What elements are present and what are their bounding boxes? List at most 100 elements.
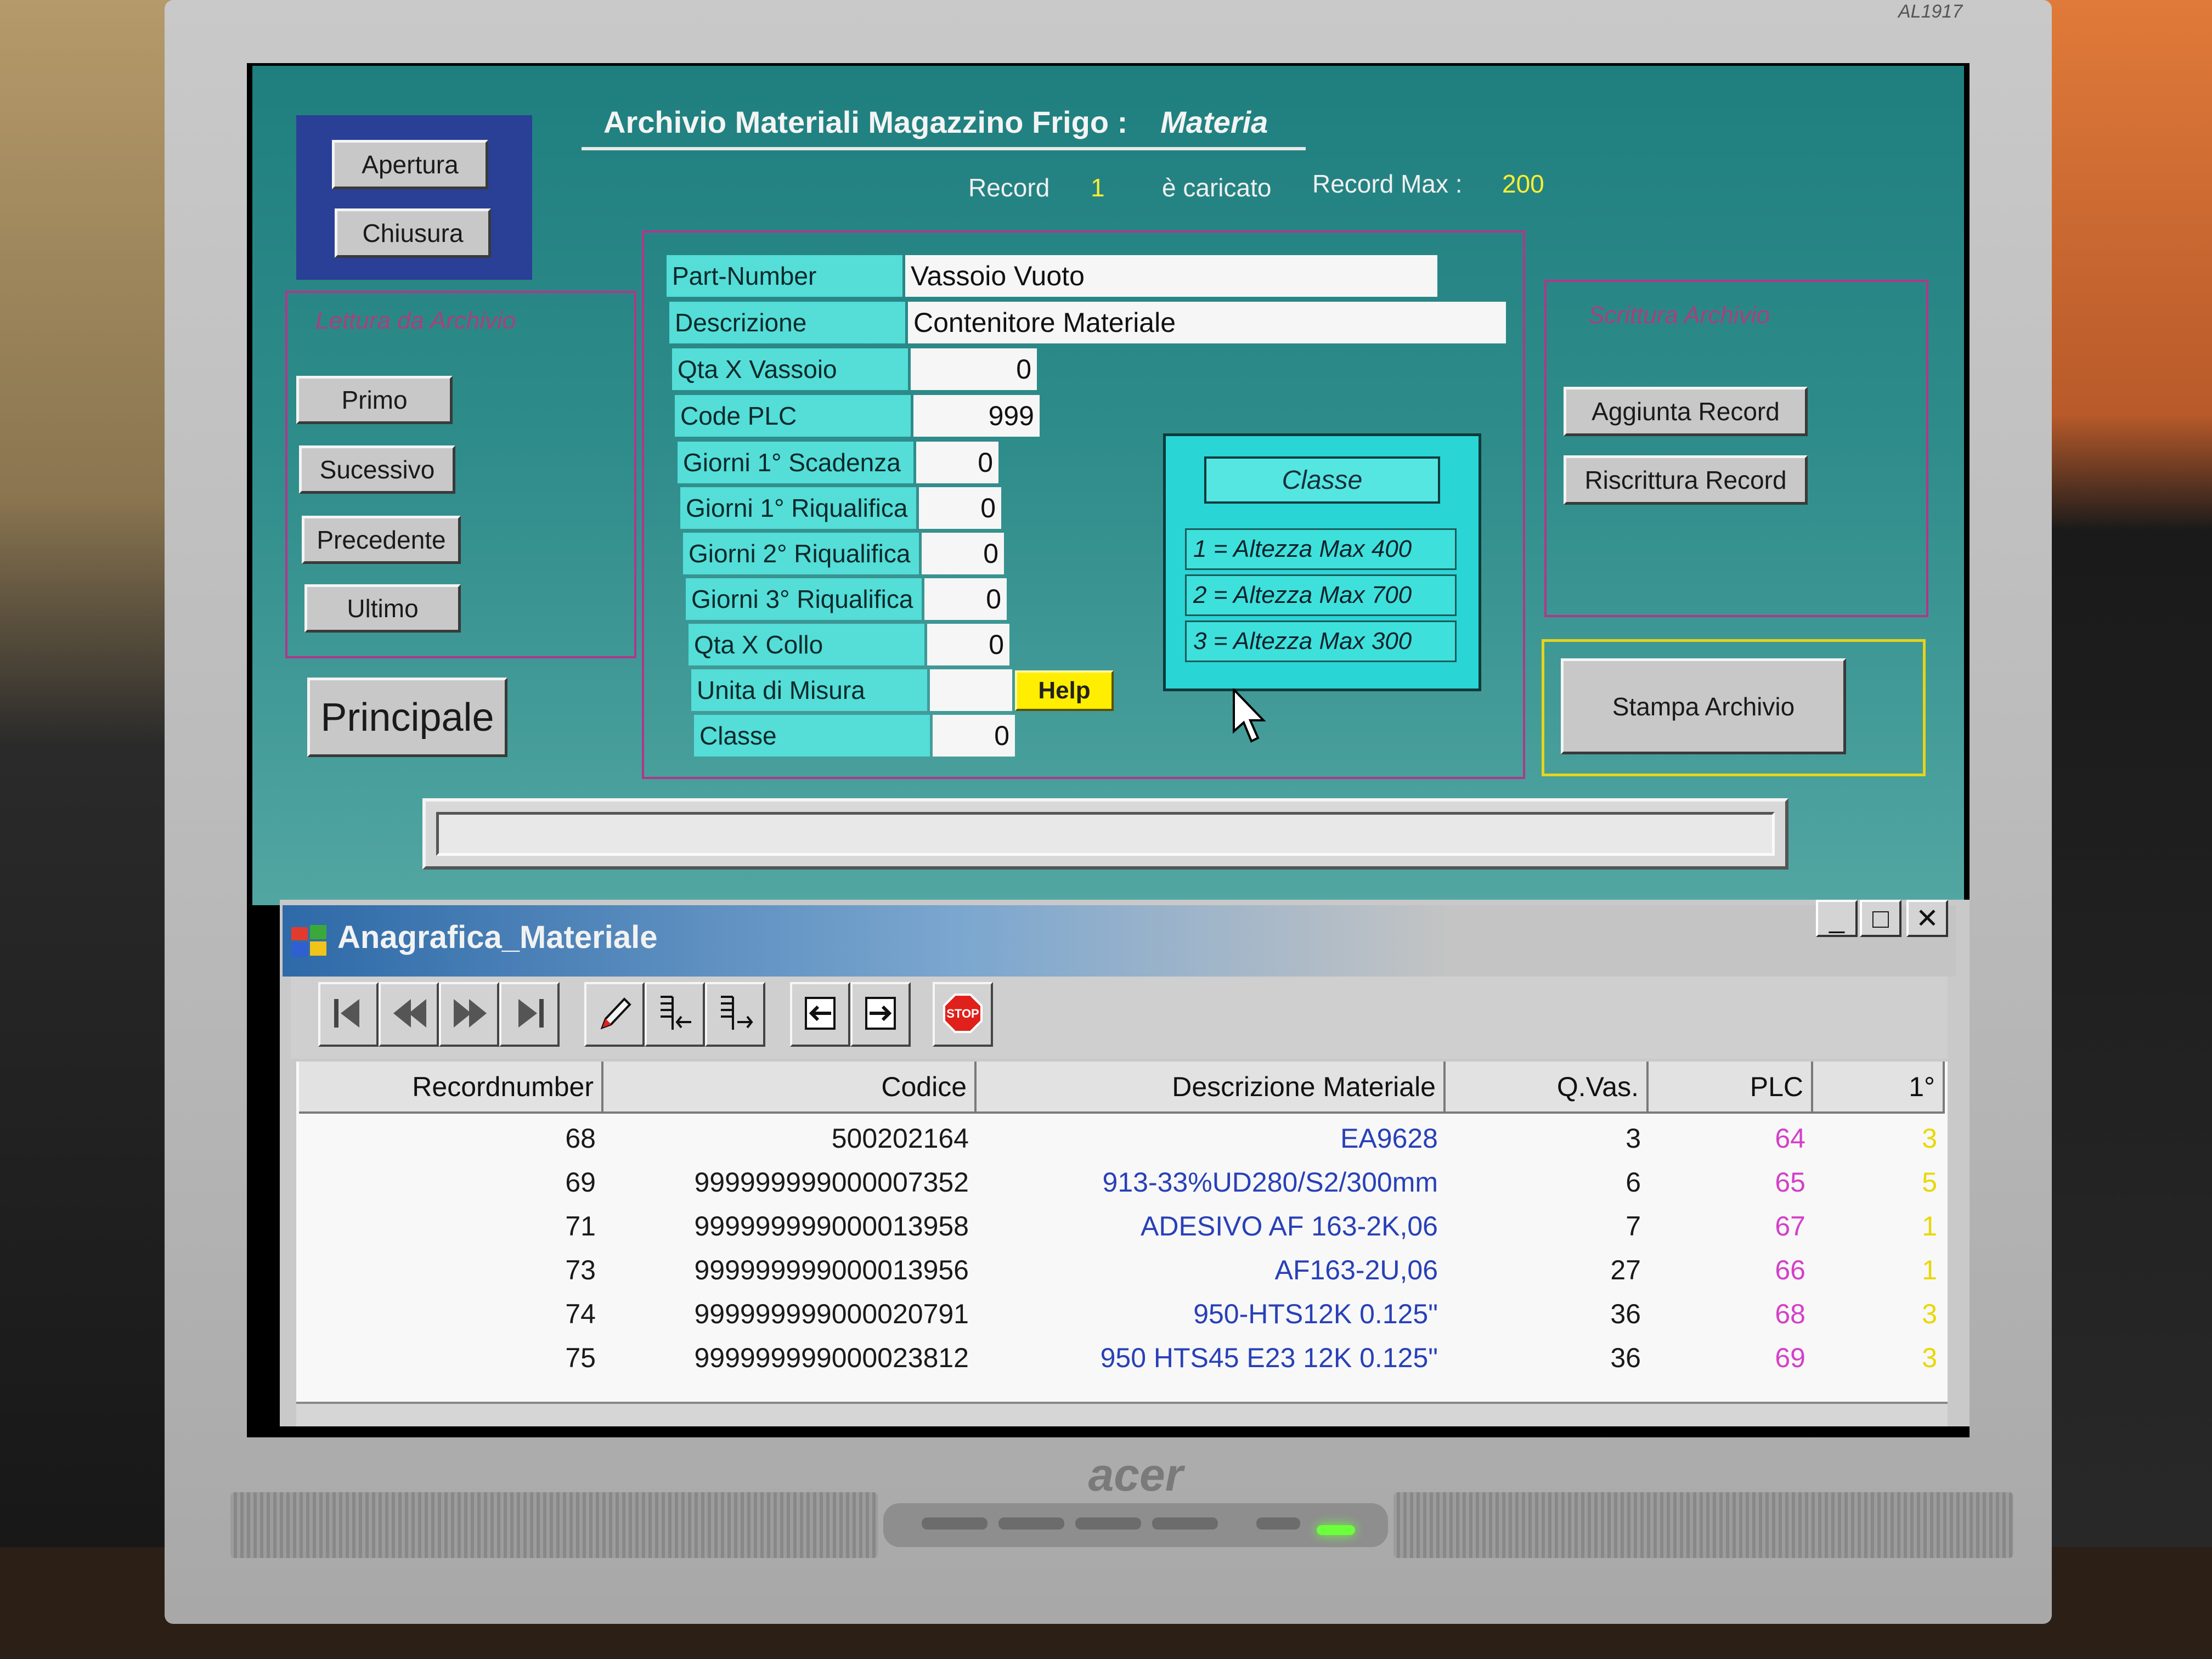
aggiunta-record-button[interactable]: Aggiunta Record [1564, 387, 1808, 436]
close-icon: ✕ [1916, 903, 1939, 934]
table-cell-qvas: 7 [1626, 1211, 1641, 1242]
import-button[interactable] [790, 982, 850, 1047]
field-input-descrizione[interactable]: Contenitore Materiale [908, 302, 1506, 343]
next-record-icon [447, 991, 491, 1038]
monitor-control-strip [883, 1503, 1388, 1547]
field-label-code-plc: Code PLC [675, 395, 911, 437]
last-record-icon [507, 991, 551, 1038]
export-icon [859, 991, 902, 1038]
table-cell-qvas: 6 [1626, 1167, 1641, 1198]
table-cell-plc: 64 [1775, 1123, 1805, 1154]
scrittura-group-title: Scrittura Archivio [1588, 302, 1770, 329]
classe-option-3: 3 = Altezza Max 300 [1185, 620, 1457, 662]
field-input-giorni-1-riqualifica[interactable]: 0 [919, 487, 1001, 529]
monitor-plus-button[interactable] [1075, 1517, 1141, 1530]
monitor-minus-button[interactable] [998, 1517, 1064, 1530]
next-record-button[interactable] [439, 982, 499, 1047]
field-input-qta-x-collo[interactable]: 0 [927, 624, 1009, 665]
field-input-unita-di-misura[interactable] [930, 669, 1012, 711]
field-input-part-number[interactable]: Vassoio Vuoto [905, 255, 1437, 297]
table-cell-recordnumber: 69 [565, 1167, 596, 1198]
first-column-header[interactable]: 1° [1813, 1062, 1945, 1114]
title-underline [582, 147, 1306, 150]
field-label-giorni-1-riqualifica: Giorni 1° Riqualifica [680, 487, 916, 529]
field-input-qta-x-vassoio[interactable]: 0 [911, 348, 1037, 390]
page-title: Archivio Materiali Magazzino Frigo : Mate… [603, 105, 1268, 139]
table-cell-recordnumber: 73 [565, 1255, 596, 1285]
table-cell-first: 1 [1922, 1211, 1937, 1242]
descrizione-column-header[interactable]: Descrizione Materiale [977, 1062, 1446, 1114]
table-cell-codice: 999999999000013958 [694, 1211, 969, 1242]
field-input-code-plc[interactable]: 999 [913, 395, 1040, 437]
field-label-giorni-1-scadenza: Giorni 1° Scadenza [678, 442, 913, 483]
chiusura-button[interactable]: Chiusura [335, 208, 491, 258]
apertura-button[interactable]: Apertura [332, 140, 488, 189]
table-cell-descrizione: AF163-2U,06 [1274, 1255, 1438, 1285]
field-label-giorni-3-riqualifica: Giorni 3° Riqualifica [686, 578, 922, 620]
minimize-icon: _ [1829, 903, 1844, 934]
table-cell-first: 3 [1922, 1299, 1937, 1329]
table-cell-codice: 999999999000013956 [694, 1255, 969, 1285]
table-cell-descrizione: 950 HTS45 E23 12K 0.125" [1100, 1342, 1438, 1373]
first-record-button[interactable] [318, 982, 379, 1047]
field-label-qta-x-vassoio: Qta X Vassoio [672, 348, 908, 390]
stop-label: STOP [946, 1007, 979, 1020]
principale-button[interactable]: Principale [307, 678, 507, 757]
field-label-qta-x-collo: Qta X Collo [689, 624, 924, 665]
table-cell-recordnumber: 75 [565, 1342, 596, 1373]
help-button[interactable]: Help [1015, 670, 1114, 711]
table-cell-qvas: 3 [1626, 1123, 1641, 1154]
edit-pencil-icon [592, 991, 636, 1038]
grid-scrollbar[interactable] [296, 1402, 1948, 1426]
table-cell-plc: 65 [1775, 1167, 1805, 1198]
successivo-button[interactable]: Sucessivo [299, 445, 455, 494]
table-cell-recordnumber: 74 [565, 1299, 596, 1329]
export-button[interactable] [850, 982, 911, 1047]
field-input-classe[interactable]: 0 [933, 715, 1015, 757]
table-cell-codice: 500202164 [831, 1123, 969, 1154]
precedente-button[interactable]: Precedente [302, 516, 461, 564]
lettura-group-title: Lettura da Archivio [315, 307, 516, 334]
monitor-menu-button[interactable] [922, 1517, 988, 1530]
codice-column-header[interactable]: Codice [603, 1062, 977, 1114]
table-cell-first: 5 [1922, 1167, 1937, 1198]
scrittura-group-box [1544, 280, 1928, 617]
field-input-giorni-1-scadenza[interactable]: 0 [916, 442, 998, 483]
table-cell-descrizione: 913-33%UD280/S2/300mm [1102, 1167, 1438, 1198]
stop-button[interactable]: STOP [933, 982, 993, 1047]
table-cell-descrizione: ADESIVO AF 163-2K,06 [1141, 1211, 1438, 1242]
maximize-icon: □ [1872, 903, 1889, 934]
stampa-archivio-button[interactable]: Stampa Archivio [1561, 658, 1846, 754]
first-record-icon [326, 991, 370, 1038]
ultimo-button[interactable]: Ultimo [304, 584, 461, 633]
power-led [1317, 1525, 1355, 1535]
previous-record-button[interactable] [379, 982, 439, 1047]
insert-after-button[interactable] [705, 982, 765, 1047]
stop-icon: STOP [941, 991, 985, 1038]
field-input-giorni-2-riqualifica[interactable]: 0 [922, 533, 1004, 574]
monitor-power-button[interactable] [1256, 1517, 1300, 1530]
riscrittura-record-button[interactable]: Riscrittura Record [1564, 455, 1808, 505]
table-cell-plc: 66 [1775, 1255, 1805, 1285]
last-record-button[interactable] [499, 982, 560, 1047]
minimize-button[interactable]: _ [1816, 900, 1858, 937]
table-cell-first: 3 [1922, 1123, 1937, 1154]
record-value: 1 [1091, 173, 1105, 202]
classe-option-2: 2 = Altezza Max 700 [1185, 574, 1457, 616]
table-cell-codice: 999999999000023812 [694, 1342, 969, 1373]
recordnumber-column-header[interactable]: Recordnumber [299, 1062, 603, 1114]
monitor-auto-button[interactable] [1152, 1517, 1218, 1530]
mouse-cursor-icon [1233, 689, 1266, 743]
close-button[interactable]: ✕ [1906, 900, 1948, 937]
plc-column-header[interactable]: PLC [1649, 1062, 1813, 1114]
insert-before-button[interactable] [645, 982, 705, 1047]
field-input-giorni-3-riqualifica[interactable]: 0 [924, 578, 1007, 620]
primo-button[interactable]: Primo [296, 376, 453, 424]
qvas-column-header[interactable]: Q.Vas. [1446, 1062, 1649, 1114]
maximize-button[interactable]: □ [1860, 900, 1901, 937]
edit-pencil-button[interactable] [584, 982, 645, 1047]
previous-record-icon [387, 991, 431, 1038]
insert-after-icon [713, 991, 757, 1038]
table-cell-descrizione: EA9628 [1340, 1123, 1438, 1154]
field-label-giorni-2-riqualifica: Giorni 2° Riqualifica [683, 533, 919, 574]
